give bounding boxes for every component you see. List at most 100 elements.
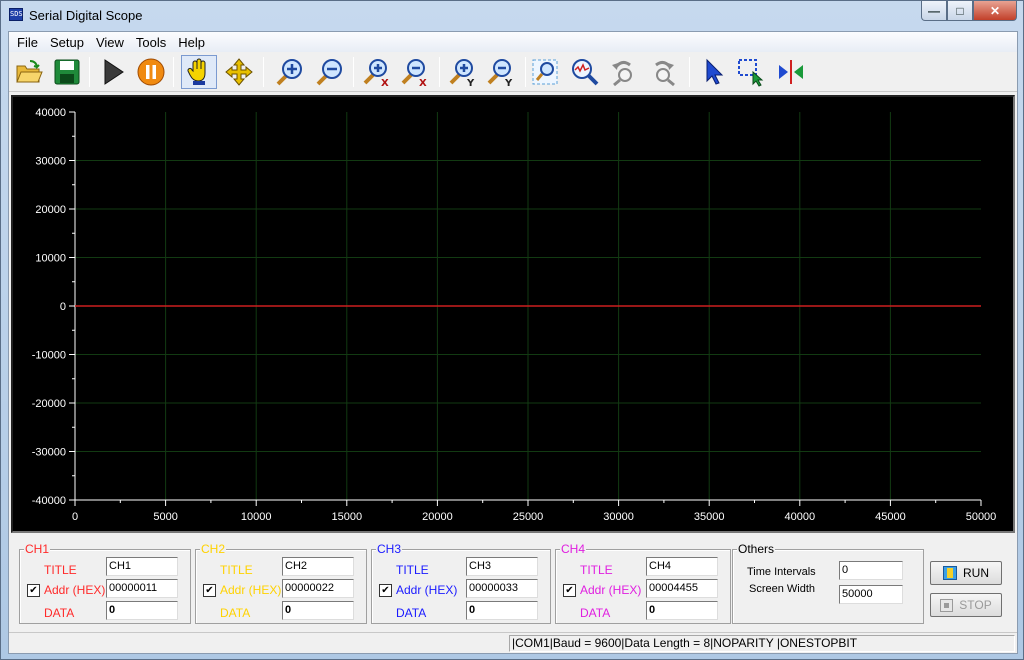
channel-enable-checkbox[interactable]: ✔ (563, 584, 576, 597)
menu-file[interactable]: File (11, 35, 44, 50)
zoom-window-icon (532, 59, 558, 85)
x-tick-label: 50000 (966, 511, 997, 523)
open-folder-icon (16, 60, 43, 83)
channel-title-input[interactable]: CH1 (106, 557, 178, 576)
x-tick-label: 5000 (153, 511, 177, 523)
y-tick-label: 20000 (35, 204, 66, 216)
y-tick-label: 10000 (35, 253, 66, 265)
zoom-in-x-icon: X (363, 59, 389, 87)
channel-enable-checkbox[interactable]: ✔ (203, 584, 216, 597)
time-intervals-input[interactable]: 0 (839, 561, 903, 580)
menu-help[interactable]: Help (172, 35, 211, 50)
scope-chart[interactable]: 0 5000 10000 15000 20000 25000 30000 35000 40000… (11, 95, 1015, 533)
channel-enable-checkbox[interactable]: ✔ (379, 584, 392, 597)
channel-group-3: CH3 TITLE ✔ Addr (HEX) DATA CH3 00000033 0 (371, 542, 551, 624)
select-tool-button[interactable] (695, 55, 731, 89)
region-select-button[interactable] (733, 55, 769, 89)
channel-title-input[interactable]: CH4 (646, 557, 718, 576)
stop-button[interactable]: STOP (930, 593, 1002, 617)
others-group: Others Time Intervals Screen Width 0 500… (732, 542, 924, 624)
zoom-out-x-button[interactable]: X (397, 55, 433, 89)
save-icon (54, 59, 80, 85)
x-tick-label: 30000 (603, 511, 634, 523)
maximize-button[interactable]: □ (947, 1, 973, 21)
app-icon: SDS (9, 8, 23, 21)
move-arrows-icon (225, 58, 253, 86)
screen-width-label: Screen Width (749, 583, 816, 595)
channel-addr-label: Addr (HEX) (396, 583, 458, 597)
zoom-window-button[interactable] (527, 55, 563, 89)
zoom-out-y-button[interactable]: Y (483, 55, 519, 89)
run-label: RUN (963, 566, 989, 580)
zoom-in-button[interactable] (271, 55, 307, 89)
zoom-in-x-button[interactable]: X (359, 55, 395, 89)
channel-group-title: CH3 (376, 542, 403, 556)
y-tick-label: -20000 (32, 398, 66, 410)
open-button[interactable] (11, 55, 47, 89)
zoom-in-icon (276, 59, 302, 86)
channel-data-label: DATA (44, 606, 75, 620)
zoom-out-x-icon: X (401, 59, 427, 87)
play-icon (104, 59, 124, 85)
measure-cursor-button[interactable] (773, 55, 809, 89)
serial-status: |COM1|Baud = 9600|Data Length = 8|NOPARI… (509, 635, 1015, 652)
channel-title-label: TITLE (580, 563, 613, 577)
x-tick-label: 40000 (785, 511, 816, 523)
pause-button[interactable] (133, 55, 169, 89)
move-tool-button[interactable] (221, 55, 257, 89)
client-area: File Setup View Tools Help X X Y Y 0 500… (8, 31, 1018, 654)
zoom-out-button[interactable] (311, 55, 347, 89)
channel-addr-input[interactable]: 00004455 (646, 579, 718, 598)
x-tick-label: 0 (72, 511, 78, 523)
channel-title-label: TITLE (44, 563, 77, 577)
channel-group-title: CH1 (24, 542, 51, 556)
x-tick-label: 20000 (422, 511, 453, 523)
y-tick-label: -10000 (32, 350, 66, 362)
channel-data-value: 0 (466, 601, 538, 620)
zoom-fit-icon (572, 59, 599, 86)
channel-data-value: 0 (106, 601, 178, 620)
channel-addr-input[interactable]: 00000011 (106, 579, 178, 598)
zoom-in-y-button[interactable]: Y (445, 55, 481, 89)
y-tick-label: 30000 (35, 156, 66, 168)
y-tick-label: 0 (60, 301, 66, 313)
menu-view[interactable]: View (90, 35, 130, 50)
svg-text:Y: Y (504, 78, 513, 87)
undo-zoom-button[interactable] (605, 55, 641, 89)
pan-tool-button[interactable] (181, 55, 217, 89)
save-button[interactable] (49, 55, 85, 89)
minimize-button[interactable]: — (921, 1, 947, 21)
select-arrow-icon (706, 58, 724, 85)
y-tick-label: -40000 (32, 495, 66, 507)
y-tick-label: 40000 (35, 107, 66, 119)
menu-tools[interactable]: Tools (130, 35, 172, 50)
zoom-out-y-icon: Y (487, 59, 513, 87)
time-intervals-label: Time Intervals (747, 566, 816, 578)
zoom-fit-button[interactable] (567, 55, 603, 89)
zoom-in-y-icon: Y (449, 59, 475, 87)
close-button[interactable]: ✕ (973, 1, 1017, 21)
others-group-title: Others (737, 542, 776, 556)
title-bar[interactable]: SDS Serial Digital Scope — □ ✕ (1, 1, 1023, 31)
channel-data-label: DATA (220, 606, 251, 620)
channel-enable-checkbox[interactable]: ✔ (27, 584, 40, 597)
channel-group-4: CH4 TITLE ✔ Addr (HEX) DATA CH4 00004455 0 (555, 542, 731, 624)
channel-title-input[interactable]: CH2 (282, 557, 354, 576)
x-tick-label: 35000 (694, 511, 725, 523)
channel-addr-input[interactable]: 00000022 (282, 579, 354, 598)
run-button[interactable]: RUN (930, 561, 1002, 585)
x-tick-label: 10000 (241, 511, 272, 523)
channel-data-value: 0 (282, 601, 354, 620)
redo-zoom-icon (655, 60, 675, 87)
channel-group-title: CH2 (200, 542, 227, 556)
hand-pan-icon (187, 58, 206, 85)
channel-addr-input[interactable]: 00000033 (466, 579, 538, 598)
channel-title-label: TITLE (396, 563, 429, 577)
screen-width-input[interactable]: 50000 (839, 585, 903, 604)
menu-setup[interactable]: Setup (44, 35, 90, 50)
app-window: SDS Serial Digital Scope — □ ✕ File Setu… (0, 0, 1024, 660)
redo-zoom-button[interactable] (645, 55, 681, 89)
channel-title-input[interactable]: CH3 (466, 557, 538, 576)
play-button[interactable] (95, 55, 131, 89)
svg-text:Y: Y (466, 78, 475, 87)
